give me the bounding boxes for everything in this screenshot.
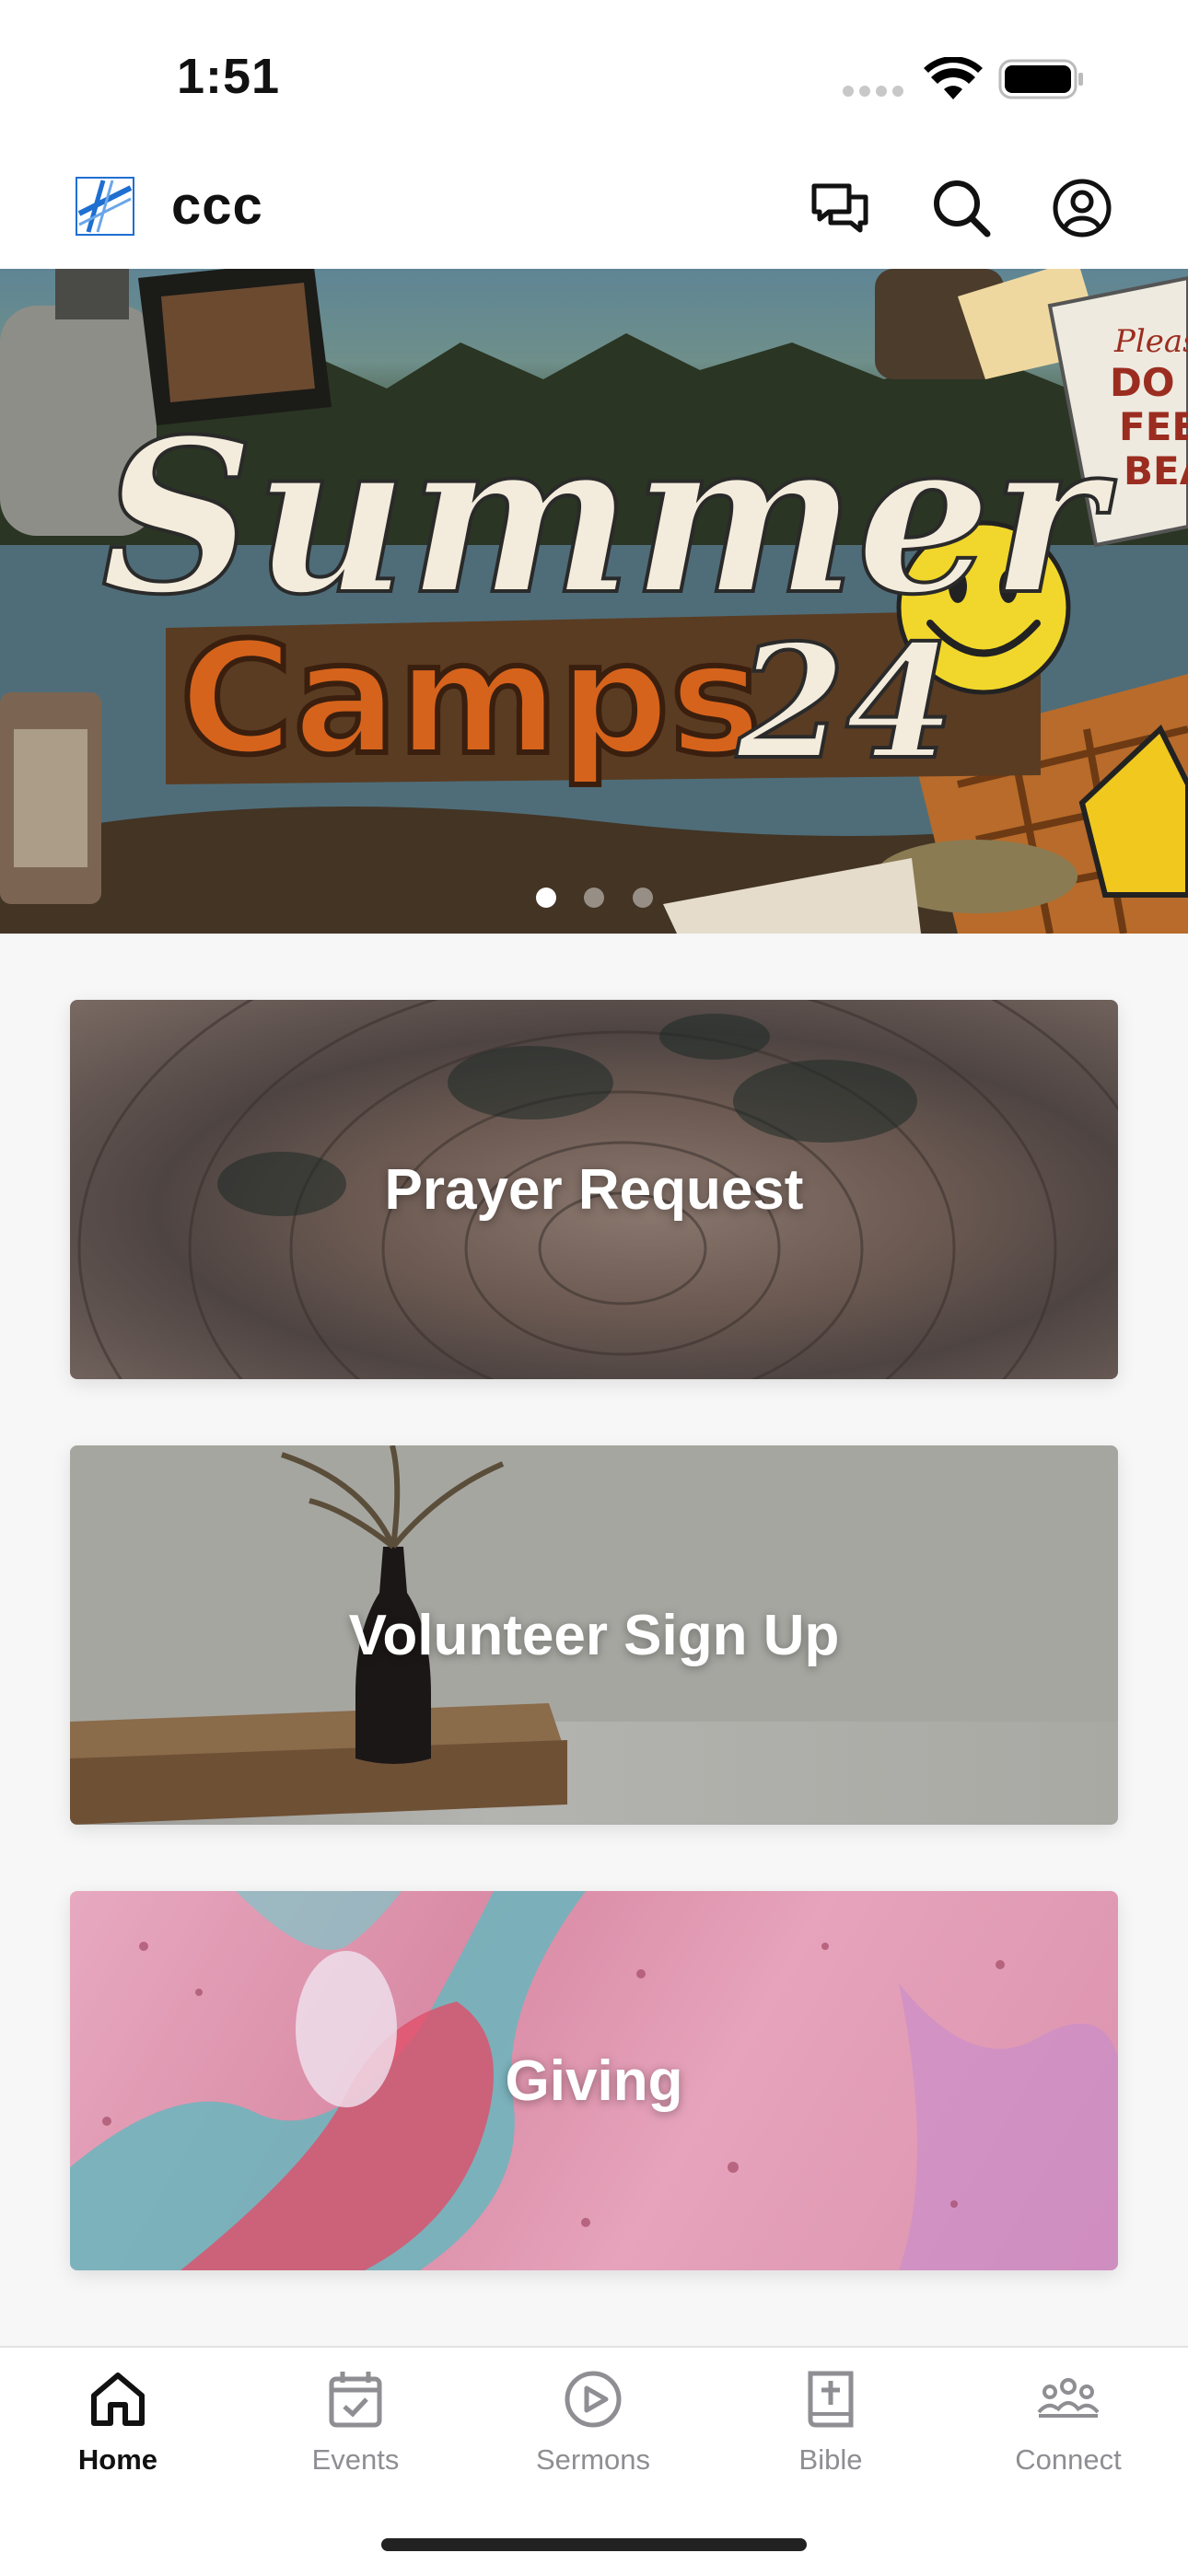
prayer-request-card[interactable]: Prayer Request xyxy=(70,1000,1118,1379)
tab-sermons-label: Sermons xyxy=(535,2443,651,2476)
logo-icon[interactable] xyxy=(76,177,134,236)
bible-icon xyxy=(808,2371,854,2428)
cellular-signal-icon xyxy=(843,86,903,99)
search-icon[interactable] xyxy=(930,177,993,239)
people-icon xyxy=(1037,2378,1100,2418)
carousel-dot-1[interactable] xyxy=(536,888,556,908)
volunteer-sign-up-label: Volunteer Sign Up xyxy=(348,1603,840,1667)
home-indicator[interactable] xyxy=(381,2538,807,2551)
sign-do-not: DO NOT xyxy=(1110,360,1188,405)
calendar-icon xyxy=(329,2372,382,2428)
giving-card[interactable]: Giving xyxy=(70,1891,1118,2270)
hero-carousel[interactable]: Please DO NOT FEED BEARS Summer Camps 24 xyxy=(0,269,1188,934)
carousel-dot-3[interactable] xyxy=(633,888,653,908)
hero-title-camps: Camps xyxy=(180,609,762,789)
tab-connect-label: Connect xyxy=(1015,2443,1122,2476)
tab-home[interactable]: Home xyxy=(26,2368,210,2497)
carousel-dot-2[interactable] xyxy=(584,888,604,908)
tab-bible-label: Bible xyxy=(798,2443,863,2476)
giving-label: Giving xyxy=(505,2048,683,2113)
tab-home-label: Home xyxy=(77,2443,158,2476)
volunteer-sign-up-card[interactable]: Volunteer Sign Up xyxy=(70,1445,1118,1825)
tab-sermons[interactable]: Sermons xyxy=(501,2368,685,2497)
app-header: ccc xyxy=(0,157,1188,269)
hero-graphic: Please DO NOT FEED BEARS Summer Camps 24 xyxy=(0,269,1188,934)
wifi-icon xyxy=(924,57,983,99)
sign-feed: FEED xyxy=(1119,404,1188,449)
chat-icon[interactable] xyxy=(809,177,871,239)
sign-bears: BEARS xyxy=(1124,448,1188,493)
app-title: ccc xyxy=(171,176,263,236)
profile-icon[interactable] xyxy=(1051,177,1113,239)
carousel-dots[interactable] xyxy=(0,888,1188,910)
tab-connect[interactable]: Connect xyxy=(976,2368,1160,2497)
tab-events[interactable]: Events xyxy=(263,2368,448,2497)
battery-icon xyxy=(998,59,1083,99)
prayer-request-label: Prayer Request xyxy=(384,1157,804,1222)
tab-bible[interactable]: Bible xyxy=(739,2368,923,2497)
tab-events-label: Events xyxy=(311,2443,400,2476)
sign-please: Please xyxy=(1113,323,1188,360)
status-bar: 1:51 xyxy=(0,0,1188,157)
home-icon xyxy=(91,2373,145,2426)
hero-title-summer: Summer xyxy=(101,393,1116,642)
hero-title-year: 24 xyxy=(736,610,955,795)
status-time: 1:51 xyxy=(177,49,281,104)
play-icon xyxy=(565,2371,622,2428)
